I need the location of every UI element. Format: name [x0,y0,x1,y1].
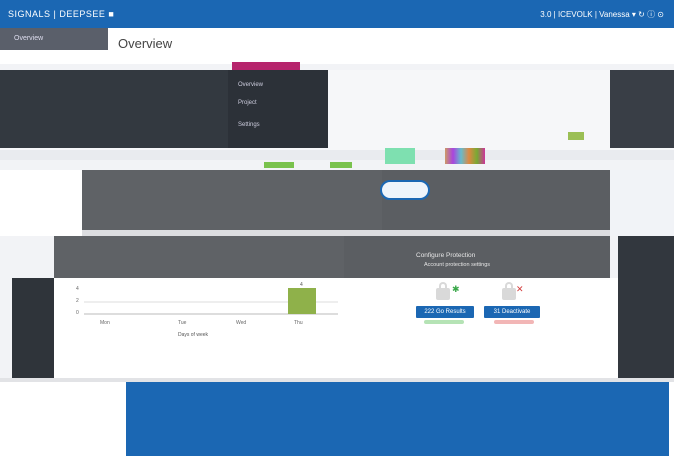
strip-colors [445,148,485,164]
strip-green [264,162,294,168]
middle-dark-box-2 [382,170,610,230]
strip-green3 [568,132,584,140]
menu-item-overview[interactable]: Overview [238,82,263,88]
blue-footer-block [126,382,669,456]
dark-panel-right [610,70,674,148]
x-tick-mon: Mon [100,320,110,326]
menu-item-settings[interactable]: Settings [238,122,260,128]
x-axis-label: Days of week [178,332,209,338]
fail-results-button[interactable]: 31 Deactivate [484,306,540,318]
lock-success-icon [436,282,450,300]
page-title: Overview [118,36,173,51]
menu-item-project[interactable]: Project [238,100,257,106]
pass-results-button[interactable]: 222 Go Results [416,306,474,318]
brand-logo[interactable]: SIGNALS | DEEPSEE ■ [8,9,114,19]
dark-strip-right [618,236,674,378]
x-tick-thu: Thu [294,320,303,326]
lock-fail-icon [502,282,516,300]
panel-subheading: Account protection settings [424,262,491,268]
top-right-toolbar[interactable]: 3.0 | ICEVOLK | Vanessa ▾ ↻ ⓘ ⊙ [540,9,664,20]
strip-row [0,150,674,160]
dark-panel-left [0,70,228,148]
check-icon: ✱ [452,284,460,294]
success-underline [424,320,464,324]
sidebar-item-overview[interactable]: Overview [14,35,43,42]
strip-magenta [232,62,300,70]
panel-heading: Configure Protection [416,252,476,259]
fail-underline [494,320,534,324]
bar-chart: 4 2 0 4 Mon Tue Wed Thu Days of week [76,282,338,338]
status-toggle[interactable] [380,180,430,200]
strip-green2 [330,162,352,168]
results-panel: 4 2 0 4 Mon Tue Wed Thu Days of week ✱ 2… [54,278,618,378]
dropdown-menu[interactable]: Overview Project Settings [228,70,328,148]
bar-thu [288,288,316,314]
y-tick-2: 2 [76,298,79,304]
overlay-box-b [344,236,610,278]
middle-dark-box [82,170,382,230]
middle-right [610,170,674,236]
bar-value-label: 4 [300,282,303,288]
y-tick-4: 4 [76,286,79,292]
x-tick-wed: Wed [236,320,246,326]
y-tick-0: 0 [76,310,79,316]
dark-strip-left [12,278,54,378]
x-icon: ✕ [516,284,524,294]
overlay-box-a [54,236,344,278]
strip-teal [385,148,415,164]
middle-left [0,170,82,236]
x-tick-tue: Tue [178,320,187,326]
